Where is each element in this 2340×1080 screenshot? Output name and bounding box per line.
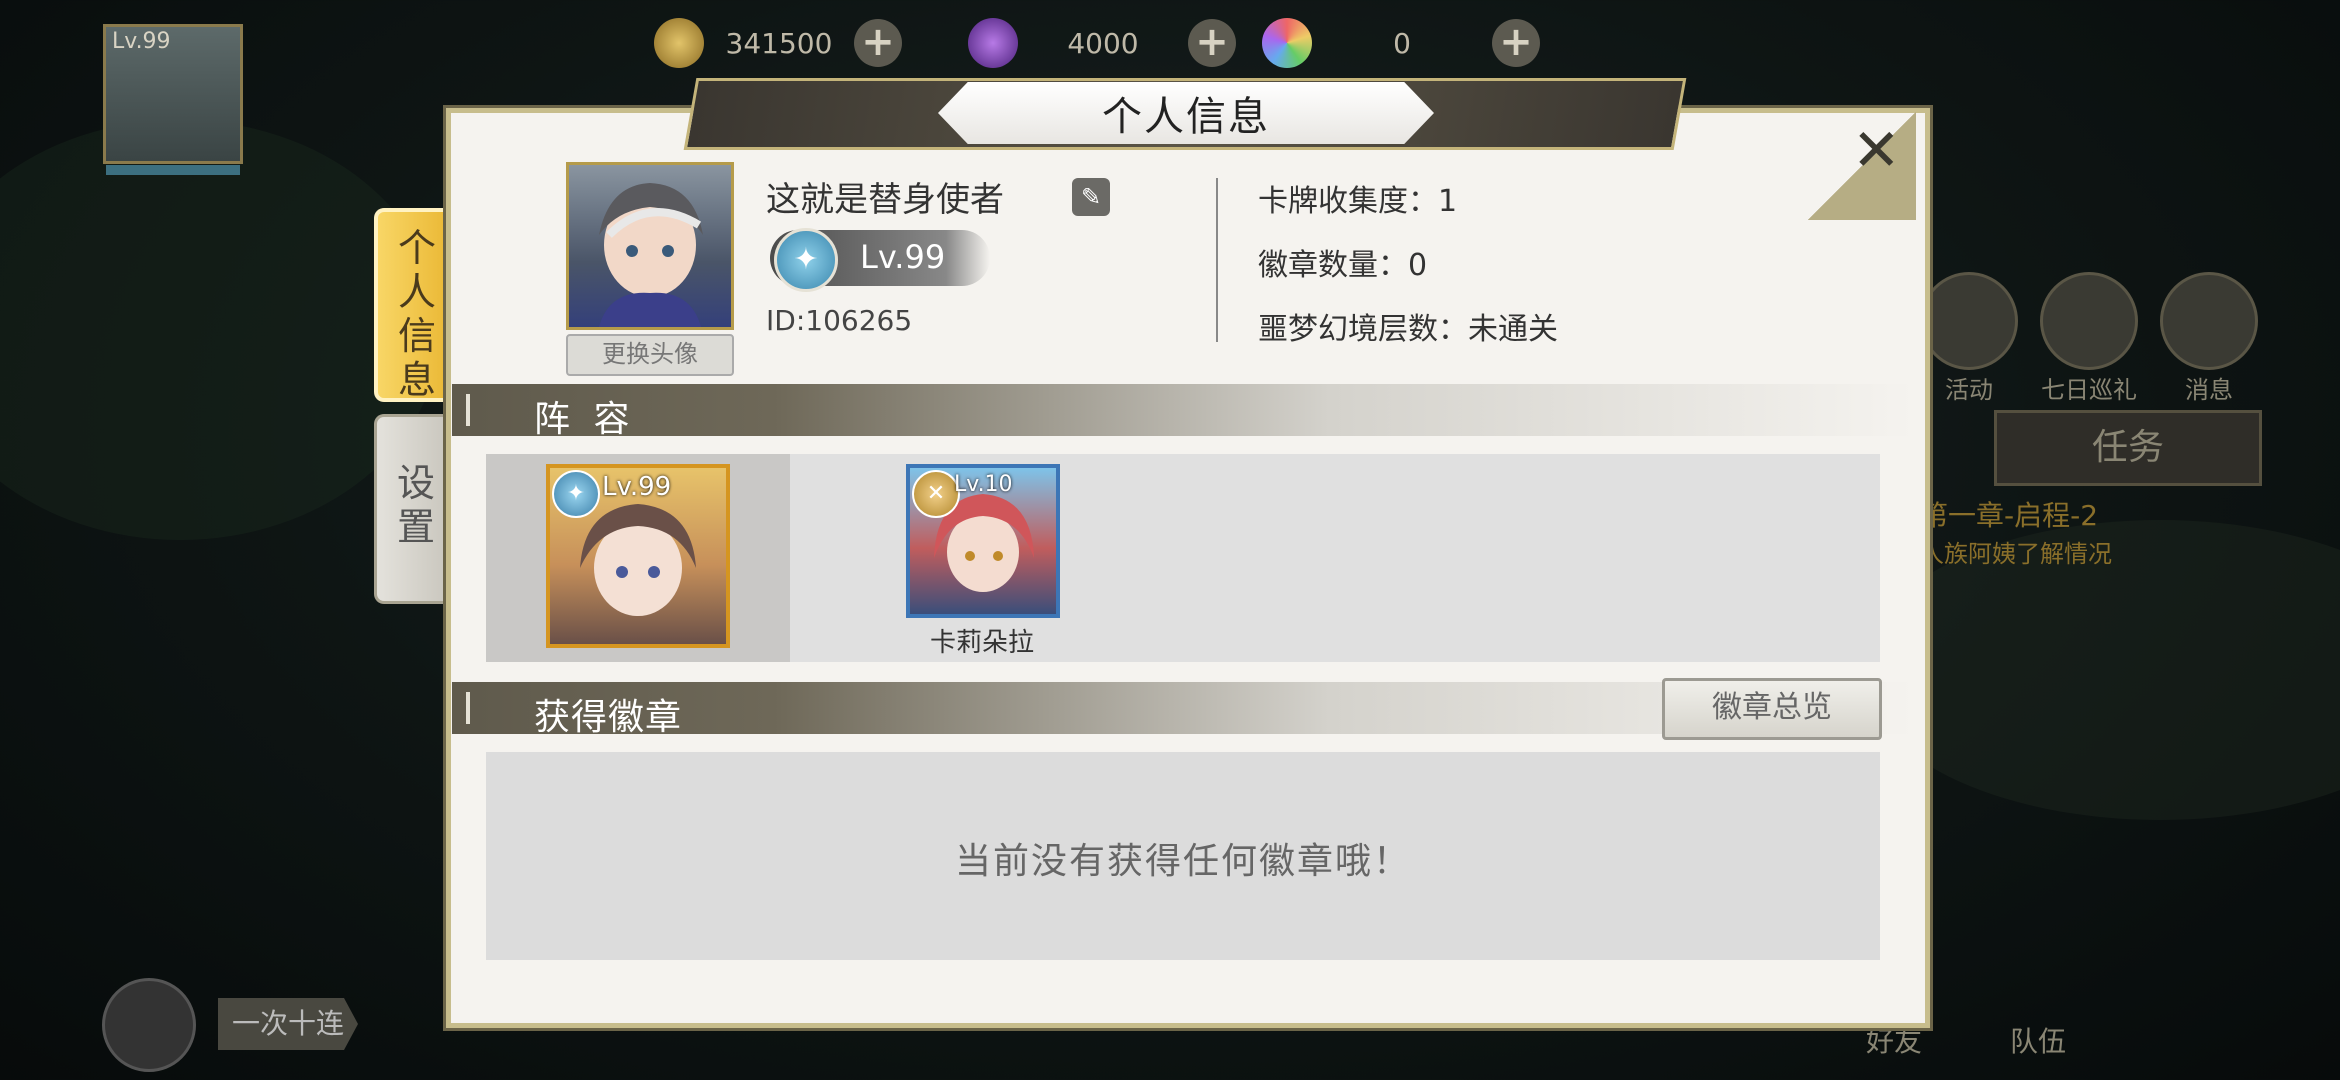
gold-coin-icon <box>654 18 704 68</box>
tab-settings[interactable]: 设置 <box>374 414 455 604</box>
card-collection-stat: 卡牌收集度：1 <box>1258 184 1458 219</box>
chat-bubble-icon <box>2160 272 2258 370</box>
chapter-hint: 人族阿姨了解情况 <box>1920 540 2112 568</box>
currency-gold: 341500 + <box>654 18 902 68</box>
player-portrait-hud[interactable]: Lv.99 <box>103 24 243 175</box>
badges-title: 获得徽章 <box>534 697 683 738</box>
sword-emblem-icon: ✕ <box>912 470 960 518</box>
purple-gem-icon <box>968 18 1018 68</box>
class-emblem-icon: ✦ <box>552 470 600 518</box>
player-id: ID:106265 <box>766 304 913 337</box>
change-avatar-button[interactable]: 更换头像 <box>566 334 734 376</box>
activity-label: 活动 <box>1945 376 1993 404</box>
activity-button[interactable]: 活动 <box>1920 272 2018 405</box>
info-divider <box>1216 178 1218 342</box>
exp-bar <box>106 165 240 175</box>
avatar-portrait-icon <box>599 183 703 327</box>
badge-count-stat: 徽章数量：0 <box>1258 248 1428 283</box>
lineup-card-1[interactable]: ✦ Lv.99 <box>546 464 730 648</box>
close-button[interactable]: ✕ <box>1852 116 1901 184</box>
seven-day-button[interactable]: 七日巡礼 <box>2040 272 2138 405</box>
lineup-header: 阵 容 <box>452 384 1914 440</box>
card-level: Lv.99 <box>602 472 672 502</box>
player-level: Lv.99 <box>860 238 946 276</box>
lineup-title: 阵 容 <box>534 399 636 440</box>
card-level: Lv.10 <box>954 472 1013 497</box>
player-avatar[interactable] <box>566 162 734 330</box>
tab-profile-label: 个人信息 <box>397 226 436 402</box>
chapter-title: 第一章-启程-2 <box>1920 499 2099 532</box>
tab-settings-label: 设置 <box>396 461 435 549</box>
lineup-card-2[interactable]: ✕ Lv.10 <box>906 464 1060 618</box>
pencil-icon: ✎ <box>1080 183 1102 211</box>
calendar-icon <box>2040 272 2138 370</box>
task-button[interactable]: 任务 <box>1994 410 2262 486</box>
class-emblem-icon: ✦ <box>774 228 838 292</box>
header-bar <box>466 394 470 426</box>
add-gem-button[interactable]: + <box>1188 19 1236 67</box>
rainbow-orb-icon <box>1262 18 1312 68</box>
add-gold-button[interactable]: + <box>854 19 902 67</box>
badge-empty-text: 当前没有获得任何徽章哦！ <box>954 841 1411 882</box>
chapter-tracker[interactable]: 第一章-启程-2 人族阿姨了解情况 <box>1920 494 2250 569</box>
friends-label: 好友 <box>1866 1025 1923 1058</box>
ten-pull-button[interactable]: 一次十连 <box>218 998 358 1050</box>
team-button[interactable]: 队伍 <box>2010 1020 2066 1060</box>
gift-icon <box>1920 272 2018 370</box>
orb-value: 0 <box>1393 26 1411 60</box>
message-label: 消息 <box>2185 376 2233 404</box>
card-name: 卡莉朵拉 <box>930 628 1035 658</box>
tab-profile[interactable]: 个人信息 <box>374 208 456 402</box>
panel-title: 个人信息 <box>938 82 1434 144</box>
task-label: 任务 <box>2091 427 2164 468</box>
message-button[interactable]: 消息 <box>2160 272 2258 405</box>
edit-name-button[interactable]: ✎ <box>1072 178 1110 216</box>
chat-button[interactable] <box>102 978 196 1072</box>
currency-orb: 0 + <box>1262 18 1540 68</box>
team-label: 队伍 <box>2010 1025 2067 1058</box>
header-bar <box>466 692 470 724</box>
gold-value: 341500 <box>725 26 833 60</box>
nightmare-floor-stat: 噩梦幻境层数：未通关 <box>1258 312 1558 347</box>
seven-day-label: 七日巡礼 <box>2041 376 2137 404</box>
add-orb-button[interactable]: + <box>1492 19 1540 67</box>
currency-gem: 4000 + <box>968 18 1236 68</box>
player-level-hud: Lv.99 <box>112 29 171 54</box>
player-name: 这就是替身使者 <box>766 180 1004 220</box>
badge-overview-button[interactable]: 徽章总览 <box>1662 678 1882 740</box>
gem-value: 4000 <box>1067 26 1139 60</box>
